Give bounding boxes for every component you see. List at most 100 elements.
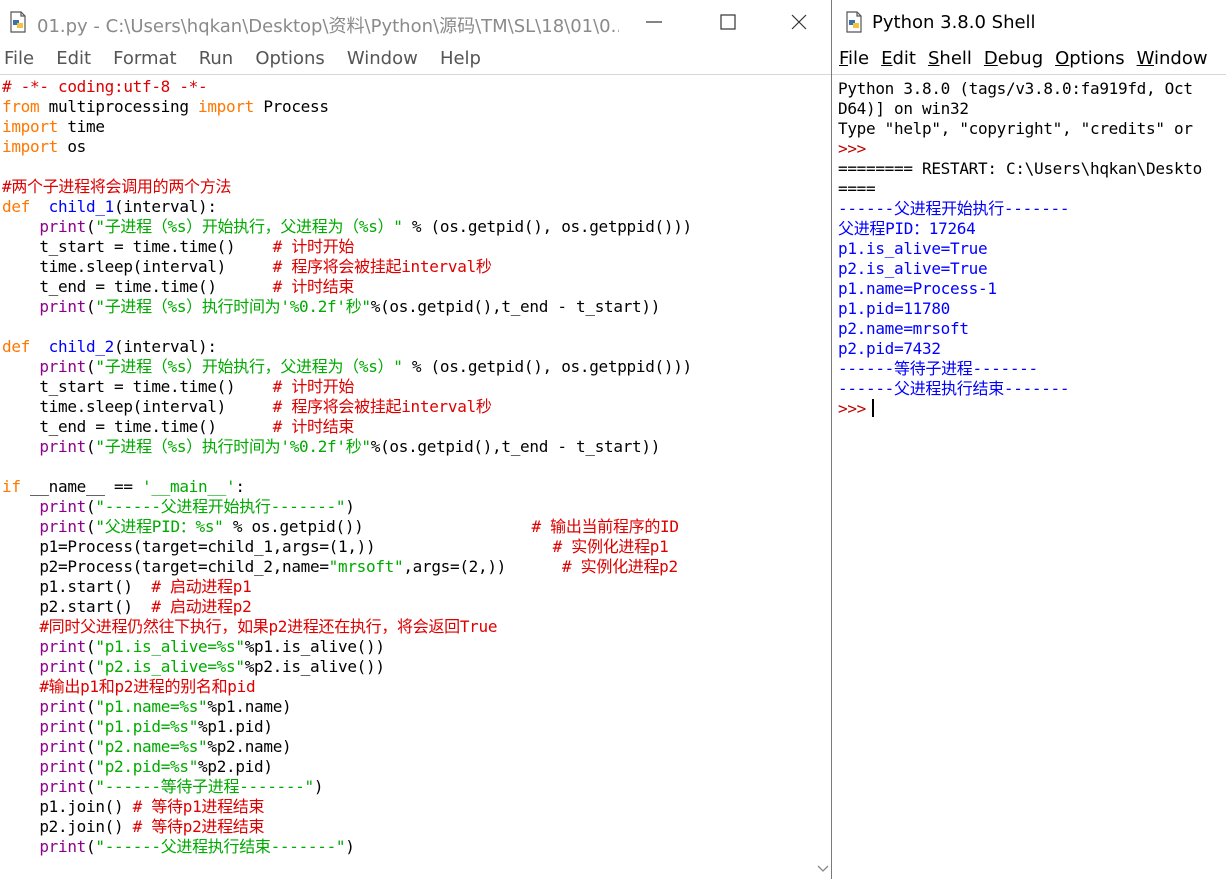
function-name-token: child_2 bbox=[48, 337, 115, 356]
shell-line: ==== bbox=[838, 179, 1226, 199]
shell-output[interactable]: Python 3.8.0 (tags/v3.8.0:fa919fd, Oct D6… bbox=[838, 79, 1226, 879]
code-text: ,args=(2,)) bbox=[403, 557, 562, 576]
comment-token: # 输出当前程序的ID bbox=[531, 517, 679, 536]
shell-line: Type "help", "copyright", "credits" or bbox=[838, 119, 1226, 139]
builtin-token: print bbox=[39, 837, 87, 856]
code-text: time.sleep(interval) bbox=[2, 397, 273, 416]
builtin-token: print bbox=[39, 737, 87, 756]
code-line: if __name__ == '__main__': bbox=[2, 477, 813, 497]
code-text: p2.start() bbox=[2, 597, 152, 616]
shell-menu-edit[interactable]: Edit bbox=[881, 44, 916, 74]
code-line: print("子进程（%s）执行时间为'%0.2f'秒"%(os.getpid(… bbox=[2, 437, 813, 457]
shell-menu-shell[interactable]: Shell bbox=[928, 44, 972, 74]
comment-token: # -*- coding:utf-8 -*- bbox=[2, 77, 208, 96]
output-text: ------父进程开始执行------- bbox=[838, 199, 1070, 218]
code-line: time.sleep(interval) # 程序将会被挂起interval秒 bbox=[2, 257, 813, 277]
builtin-token: print bbox=[39, 777, 87, 796]
code-text: t_end = time.time() bbox=[2, 417, 273, 436]
code-line: print("p1.pid=%s"%p1.pid) bbox=[2, 717, 813, 737]
code-text: ( bbox=[86, 697, 96, 716]
code-line: t_start = time.time() # 计时开始 bbox=[2, 237, 813, 257]
comment-token: # 程序将会被挂起interval秒 bbox=[272, 397, 492, 416]
code-line: print("------等待子进程-------") bbox=[2, 777, 813, 797]
shell-menubar: File Edit Shell Debug Options Window bbox=[832, 44, 1226, 74]
code-line: #两个子进程将会调用的两个方法 bbox=[2, 177, 813, 197]
shell-line: p1.pid=11780 bbox=[838, 299, 1226, 319]
shell-line: p2.pid=7432 bbox=[838, 339, 1226, 359]
code-line: t_start = time.time() # 计时开始 bbox=[2, 377, 813, 397]
code-editor[interactable]: # -*- coding:utf-8 -*- from multiprocessi… bbox=[2, 77, 813, 879]
code-text: ) bbox=[313, 777, 324, 796]
menu-options[interactable]: Options bbox=[255, 44, 324, 74]
code-text: % (os.getpid(), os.getppid())) bbox=[402, 217, 692, 236]
comment-token: # 等待p2进程结束 bbox=[132, 817, 265, 836]
comment-token: # 启动进程p1 bbox=[151, 577, 252, 596]
code-text: p1=Process(target=child_1,args=(1,)) bbox=[2, 537, 553, 556]
scroll-down-icon[interactable] bbox=[817, 865, 829, 873]
shell-menu-window[interactable]: Window bbox=[1137, 44, 1208, 74]
code-text: p1.join() bbox=[2, 797, 133, 816]
menu-edit[interactable]: Edit bbox=[56, 44, 91, 74]
menu-window[interactable]: Window bbox=[347, 44, 418, 74]
menu-file[interactable]: File bbox=[4, 44, 34, 74]
builtin-token: print bbox=[39, 637, 87, 656]
shell-line: p2.is_alive=True bbox=[838, 259, 1226, 279]
builtin-token: print bbox=[39, 497, 87, 516]
shell-titlebar[interactable]: Python 3.8.0 Shell bbox=[832, 0, 1226, 44]
shell-line: p1.is_alive=True bbox=[838, 239, 1226, 259]
maximize-icon[interactable] bbox=[716, 10, 740, 34]
code-line: p2=Process(target=child_2,name="mrsoft",… bbox=[2, 557, 813, 577]
editor-scrollbar[interactable] bbox=[814, 77, 831, 879]
editor-titlebar[interactable]: 01.py - C:\Users\hqkan\Desktop\资料\Python… bbox=[0, 0, 831, 44]
code-text: os bbox=[58, 137, 86, 156]
python-shell-icon bbox=[846, 11, 862, 33]
string-token: "p1.is_alive=%s" bbox=[95, 637, 245, 656]
shell-line: 父进程PID：17264 bbox=[838, 219, 1226, 239]
editor-menubar: File Edit Format Run Options Window Help bbox=[0, 44, 831, 74]
output-text: ------父进程执行结束------- bbox=[838, 379, 1070, 398]
comment-token: # 启动进程p2 bbox=[151, 597, 252, 616]
code-line: print("子进程（%s）执行时间为'%0.2f'秒"%(os.getpid(… bbox=[2, 297, 813, 317]
code-text: D64)] on win32 bbox=[838, 99, 969, 118]
code-line: p2.join() # 等待p2进程结束 bbox=[2, 817, 813, 837]
code-text: time.sleep(interval) bbox=[2, 257, 273, 276]
string-token: "子进程（%s）执行时间为'%0.2f'秒" bbox=[95, 297, 371, 316]
shell-prompt: >>> bbox=[838, 139, 866, 158]
keyword-token: import bbox=[198, 97, 255, 116]
text-cursor bbox=[872, 399, 874, 417]
code-text: ( bbox=[86, 517, 96, 536]
keyword-token: from bbox=[2, 97, 40, 116]
code-text: %p2.name) bbox=[207, 737, 292, 756]
close-icon[interactable] bbox=[787, 10, 811, 34]
output-text: p1.pid=11780 bbox=[838, 299, 950, 318]
keyword-token: def bbox=[2, 337, 30, 356]
code-line: import time bbox=[2, 117, 813, 137]
output-text: p2.is_alive=True bbox=[838, 259, 988, 278]
shell-menu-file[interactable]: File bbox=[839, 44, 869, 74]
python-file-icon bbox=[10, 11, 26, 33]
code-text: %p2.pid) bbox=[198, 757, 273, 776]
string-token: "父进程PID：%s" bbox=[95, 517, 224, 536]
shell-menu-options[interactable]: Options bbox=[1055, 44, 1124, 74]
code-text: p2.join() bbox=[2, 817, 133, 836]
minimize-icon[interactable] bbox=[642, 10, 666, 34]
string-token: "mrsoft" bbox=[328, 557, 404, 576]
menu-help[interactable]: Help bbox=[440, 44, 481, 74]
shell-title: Python 3.8.0 Shell bbox=[872, 12, 1036, 33]
code-line: def child_1(interval): bbox=[2, 197, 813, 217]
menu-run[interactable]: Run bbox=[199, 44, 234, 74]
keyword-token: import bbox=[2, 117, 58, 136]
editor-title: 01.py - C:\Users\hqkan\Desktop\资料\Python… bbox=[37, 16, 619, 37]
shell-menu-debug[interactable]: Debug bbox=[984, 44, 1043, 74]
code-line: from multiprocessing import Process bbox=[2, 97, 813, 117]
function-name-token: child_1 bbox=[48, 197, 115, 216]
code-text: (interval): bbox=[114, 197, 217, 216]
menu-format[interactable]: Format bbox=[113, 44, 176, 74]
